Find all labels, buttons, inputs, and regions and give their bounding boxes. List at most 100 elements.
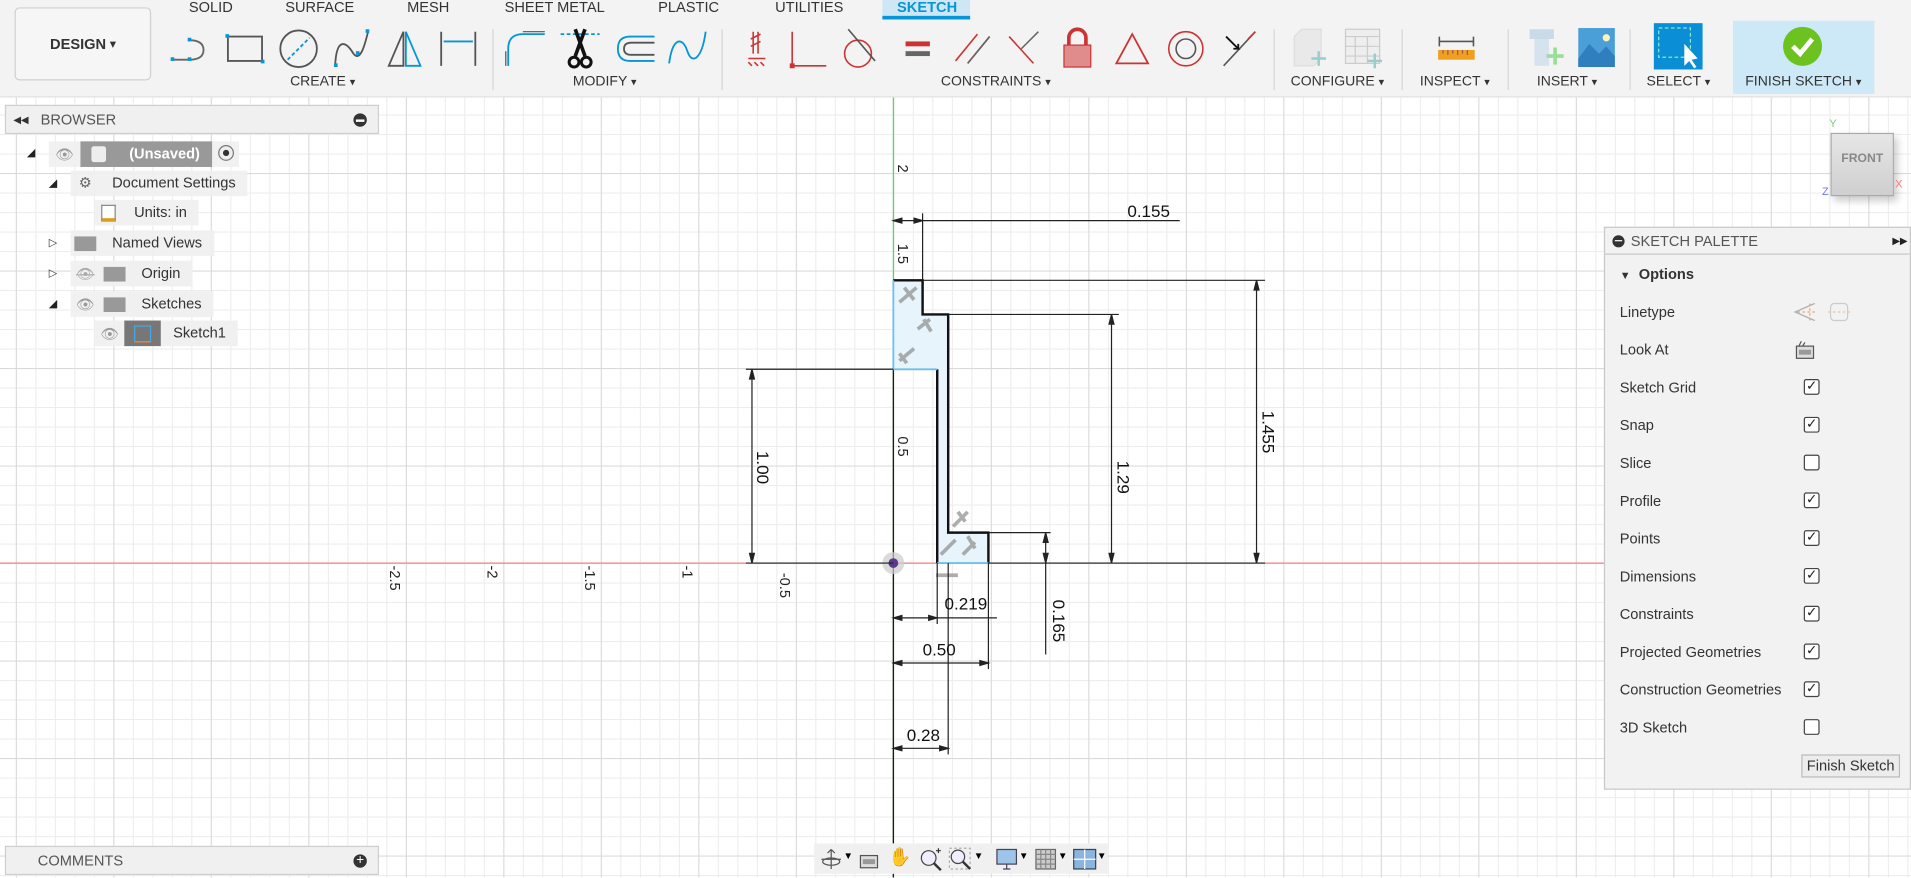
orbit-dropdown-icon[interactable]: ▼: [843, 851, 853, 862]
option-checkbox[interactable]: ✓: [1803, 681, 1820, 698]
collapse-left-icon[interactable]: ◀◀: [13, 114, 28, 125]
look-at-icon[interactable]: [1795, 340, 1815, 360]
orbit-icon[interactable]: [819, 847, 843, 871]
configure-menu[interactable]: CONFIGURE ▾: [1291, 74, 1385, 89]
comments-header[interactable]: COMMENTS +: [4, 845, 380, 876]
dimension-0219[interactable]: 0.219: [945, 594, 988, 613]
insert-mcmaster-bolt-icon[interactable]: [1522, 24, 1566, 70]
tab-surface[interactable]: SURFACE: [271, 0, 369, 20]
tangent-icon[interactable]: [839, 24, 883, 70]
sketch-profile[interactable]: [893, 280, 989, 564]
perpendicular-icon[interactable]: [1002, 24, 1046, 70]
expand-triangle-icon[interactable]: ◢: [49, 177, 57, 190]
eye-icon[interactable]: 👁: [95, 325, 124, 342]
eye-icon[interactable]: 👁: [71, 296, 100, 313]
zoom-icon[interactable]: [919, 847, 943, 872]
construction-linetype-icon[interactable]: [1793, 301, 1817, 323]
grid-dropdown-icon[interactable]: ▼: [1058, 851, 1068, 862]
dimension-0155[interactable]: 0.155: [1127, 202, 1170, 221]
circle-icon[interactable]: [277, 24, 321, 70]
tab-sketch[interactable]: SKETCH: [882, 0, 971, 20]
browser-item-origin[interactable]: 👁 Origin: [70, 260, 193, 287]
expand-triangle-icon[interactable]: ◢: [27, 146, 35, 159]
configure-model-icon[interactable]: [1287, 24, 1331, 70]
option-checkbox[interactable]: ✓: [1803, 643, 1820, 660]
display-dropdown-icon[interactable]: ▼: [1019, 851, 1029, 862]
workspace-switcher[interactable]: DESIGN ▾: [14, 7, 152, 81]
fit-window-icon[interactable]: [948, 847, 972, 871]
browser-header[interactable]: ◀◀ BROWSER: [4, 104, 380, 135]
concentric-icon[interactable]: [1164, 24, 1208, 70]
option-checkbox[interactable]: ✓: [1803, 567, 1820, 584]
browser-item-units[interactable]: Units: in: [95, 199, 200, 226]
parallel-icon[interactable]: [951, 24, 995, 70]
browser-item-root[interactable]: 👁 (Unsaved): [48, 141, 239, 167]
option-checkbox[interactable]: ✓: [1803, 530, 1820, 546]
modify-menu[interactable]: MODIFY ▾: [573, 74, 637, 89]
minimize-icon[interactable]: [353, 113, 367, 127]
finish-sketch-menu[interactable]: FINISH SKETCH ▾: [1745, 74, 1861, 89]
viewcube-front-face[interactable]: FRONT: [1830, 132, 1894, 197]
rectangle-icon[interactable]: [223, 24, 267, 70]
browser-item-document-settings[interactable]: ⚙ Document Settings: [70, 170, 248, 197]
option-checkbox[interactable]: ✓: [1803, 492, 1820, 509]
insert-image-icon[interactable]: [1575, 24, 1619, 70]
add-comment-icon[interactable]: +: [353, 854, 367, 868]
line-icon[interactable]: [168, 24, 212, 70]
inspect-menu[interactable]: INSPECT ▾: [1420, 74, 1490, 89]
option-checkbox[interactable]: ✓: [1803, 605, 1820, 622]
select-icon[interactable]: [1653, 22, 1704, 71]
expand-triangle-icon[interactable]: ◢: [49, 297, 57, 310]
constraints-menu[interactable]: CONSTRAINTS ▾: [941, 74, 1051, 89]
trim-scissors-icon[interactable]: [558, 24, 602, 70]
active-radio-icon[interactable]: [212, 144, 239, 164]
options-section-toggle[interactable]: ▼ Options: [1620, 266, 1694, 286]
dimension-1455[interactable]: 1.455: [1259, 411, 1278, 454]
finish-sketch-palette-button[interactable]: Finish Sketch: [1801, 754, 1901, 778]
display-settings-icon[interactable]: [995, 847, 1019, 871]
centerline-linetype-icon[interactable]: [1827, 301, 1851, 323]
symmetry-icon[interactable]: [1110, 24, 1154, 70]
create-menu[interactable]: CREATE ▾: [290, 74, 355, 89]
eye-hidden-icon[interactable]: 👁: [71, 265, 100, 282]
fillet-icon[interactable]: [503, 24, 547, 70]
coincident-icon[interactable]: [786, 24, 830, 70]
expand-right-icon[interactable]: ▶▶: [1892, 235, 1907, 246]
equal-icon[interactable]: [896, 24, 940, 70]
midpoint-icon[interactable]: [1216, 24, 1260, 70]
insert-menu[interactable]: INSERT ▾: [1537, 74, 1597, 89]
eye-icon[interactable]: 👁: [49, 146, 81, 163]
option-checkbox[interactable]: ✓: [1803, 416, 1820, 433]
tab-utilities[interactable]: UTILITIES: [761, 0, 859, 20]
tab-plastic[interactable]: PLASTIC: [644, 0, 734, 20]
look-at-icon[interactable]: [858, 848, 880, 870]
select-menu[interactable]: SELECT ▾: [1647, 74, 1711, 89]
tab-solid[interactable]: SOLID: [174, 0, 247, 20]
tab-sheet-metal[interactable]: SHEET METAL: [490, 0, 619, 20]
offset-icon[interactable]: [613, 24, 657, 70]
option-checkbox[interactable]: [1803, 719, 1820, 735]
minimize-icon[interactable]: [1612, 234, 1625, 247]
browser-item-sketches[interactable]: 👁 Sketches: [70, 291, 214, 317]
pan-hand-icon[interactable]: ✋: [888, 846, 911, 868]
dimension-129[interactable]: 1.29: [1114, 461, 1133, 494]
option-checkbox[interactable]: ✓: [1803, 379, 1820, 395]
browser-item-sketch1[interactable]: 👁 Sketch1: [95, 320, 239, 347]
palette-header[interactable]: SKETCH PALETTE ▶▶: [1605, 228, 1910, 255]
dimension-0165[interactable]: 0.165: [1049, 600, 1068, 643]
mirror-icon[interactable]: [384, 24, 428, 70]
horizontal-vertical-lock-icon[interactable]: [1055, 24, 1099, 70]
viewports-dropdown-icon[interactable]: ▼: [1097, 851, 1107, 862]
option-checkbox[interactable]: [1803, 454, 1820, 471]
dimension-050[interactable]: 0.50: [923, 641, 956, 660]
dimension-028[interactable]: 0.28: [907, 726, 940, 745]
spline-icon[interactable]: [329, 24, 373, 70]
fix-constraint-icon[interactable]: [739, 24, 783, 70]
grid-snaps-icon[interactable]: [1034, 847, 1058, 871]
viewports-icon[interactable]: [1073, 847, 1097, 871]
browser-item-named-views[interactable]: Named Views: [70, 230, 215, 256]
break-icon[interactable]: [665, 24, 709, 70]
zoom-dropdown-icon[interactable]: ▼: [974, 851, 984, 862]
configure-table-icon[interactable]: [1341, 24, 1385, 70]
dimension-100[interactable]: 1.00: [753, 451, 772, 484]
